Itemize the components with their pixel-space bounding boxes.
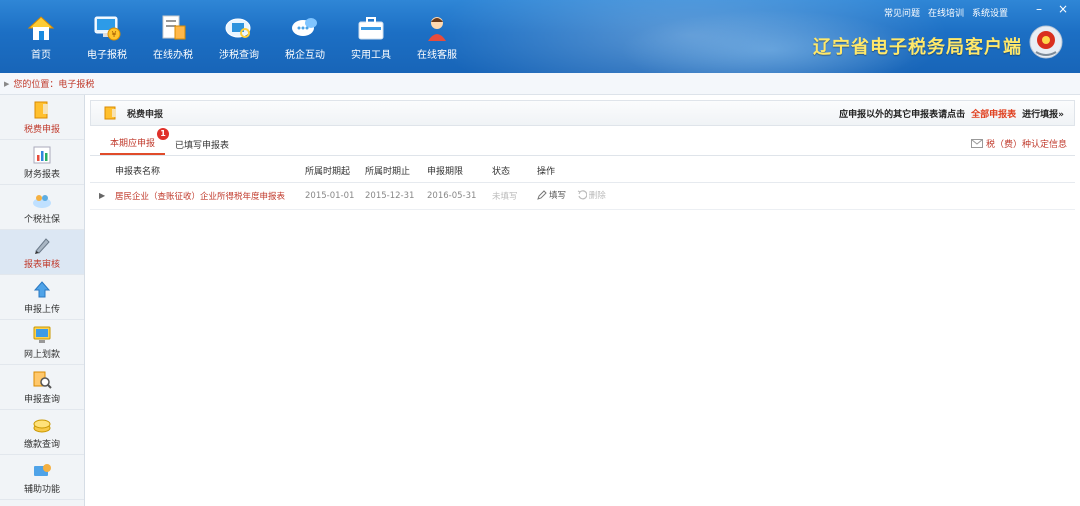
sidebar-item-financial[interactable]: 财务报表 — [0, 140, 84, 185]
deadline: 2016-05-31 — [427, 182, 492, 210]
assist-icon — [34, 463, 51, 476]
settings-link[interactable]: 系统设置 — [972, 6, 1008, 19]
breadcrumb-arrow-icon: ▶ — [4, 79, 10, 88]
table-header-row: 申报表名称 所属时期起 所属时期止 申报期限 状态 操作 — [90, 160, 1075, 183]
period-start: 2015-01-01 — [305, 182, 365, 210]
delete-button[interactable]: 删除 — [577, 189, 606, 201]
edit-icon — [537, 189, 547, 200]
panel-title: 税费申报 — [127, 109, 164, 120]
period-end: 2015-12-31 — [365, 182, 427, 210]
tax-emblem-icon — [1029, 25, 1063, 59]
col-deadline: 申报期限 — [427, 160, 492, 183]
main-nav: 首页 ¥ 电子报税 在线办税 涉税查询 税企互动 实用工具 在线客服 — [8, 14, 470, 66]
tax-report-icon: ¥ — [94, 16, 121, 41]
sidebar-item-decl-query[interactable]: 申报查询 — [0, 365, 84, 410]
close-button[interactable]: × — [1056, 2, 1070, 16]
top-banner: 首页 ¥ 电子报税 在线办税 涉税查询 税企互动 实用工具 在线客服 常见问题 … — [0, 0, 1080, 73]
social-security-icon — [33, 194, 51, 208]
chat-icon — [292, 18, 317, 36]
bar-chart-icon — [33, 146, 51, 163]
col-name: 申报表名称 — [115, 160, 305, 183]
monitor-icon — [33, 326, 51, 343]
sidebar-item-declaration[interactable]: 税费申报 — [0, 95, 84, 140]
col-end: 所属时期止 — [365, 160, 427, 183]
nav-online-tax[interactable]: 在线办税 — [140, 14, 206, 66]
sidebar: 税费申报 财务报表 个税社保 报表审核 申报上传 网上划款 申报查询 缴款查询 … — [0, 95, 85, 506]
declaration-table: 申报表名称 所属时期起 所属时期止 申报期限 状态 操作 ▶ 居民企业（查账征收… — [90, 160, 1075, 210]
doc-search-icon — [33, 371, 52, 389]
nav-tools[interactable]: 实用工具 — [338, 14, 404, 66]
tax-query-icon — [225, 18, 251, 38]
faq-link[interactable]: 常见问题 — [884, 6, 920, 19]
nav-interaction[interactable]: 税企互动 — [272, 14, 338, 66]
tax-type-info-link[interactable]: 税（费）种认定信息 — [970, 137, 1067, 150]
main-panel: 税费申报 应申报以外的其它申报表请点击 全部申报表 进行填报» 本期应申报 1 已填… — [90, 100, 1075, 506]
training-link[interactable]: 在线培训 — [928, 6, 964, 19]
home-icon — [27, 16, 55, 40]
tab-current-period[interactable]: 本期应申报 1 — [100, 128, 170, 155]
coins-icon — [33, 419, 51, 432]
expand-arrow-icon[interactable]: ▶ — [99, 191, 105, 200]
all-forms-link[interactable]: 全部申报表 — [971, 110, 1016, 120]
upload-icon — [33, 280, 51, 297]
sidebar-item-assist[interactable]: 辅助功能 — [0, 455, 84, 500]
nav-home[interactable]: 首页 — [8, 14, 74, 66]
status: 未填写 — [492, 182, 537, 210]
breadcrumb-text: 您的位置：电子报税 — [13, 80, 95, 90]
sidebar-item-transfer[interactable]: 网上划款 — [0, 320, 84, 365]
minimize-button[interactable]: – — [1032, 2, 1046, 16]
col-status: 状态 — [492, 160, 537, 183]
toolbox-icon — [358, 17, 384, 40]
pen-icon — [35, 237, 50, 254]
svg-text:¥: ¥ — [111, 30, 116, 39]
online-tax-icon — [162, 15, 186, 40]
sidebar-item-payment-query[interactable]: 缴款查询 — [0, 410, 84, 455]
folder-icon — [104, 106, 116, 120]
tab-filled-forms[interactable]: 已填写申报表 — [165, 138, 239, 155]
col-start: 所属时期起 — [305, 160, 365, 183]
declaration-icon — [34, 101, 48, 118]
brand-title: 辽宁省电子税务局客户端 — [813, 37, 1022, 58]
nav-tax-query[interactable]: 涉税查询 — [206, 14, 272, 66]
panel-header: 税费申报 应申报以外的其它申报表请点击 全部申报表 进行填报» — [90, 100, 1075, 126]
nav-e-tax[interactable]: ¥ 电子报税 — [74, 14, 140, 66]
nav-customer-service[interactable]: 在线客服 — [404, 14, 470, 66]
fill-button[interactable]: 填写 — [537, 189, 566, 201]
breadcrumb: ▶ 您的位置：电子报税 — [0, 73, 1080, 95]
panel-hint: 应申报以外的其它申报表请点击 全部申报表 进行填报» — [839, 109, 1064, 120]
customer-service-icon — [428, 17, 446, 41]
sidebar-item-social[interactable]: 个税社保 — [0, 185, 84, 230]
window-controls: – × — [1032, 2, 1070, 16]
sidebar-item-review[interactable]: 报表审核 — [0, 230, 84, 275]
sidebar-item-upload[interactable]: 申报上传 — [0, 275, 84, 320]
col-action: 操作 — [537, 160, 1075, 183]
table-row: ▶ 居民企业（查账征收）企业所得税年度申报表 2015-01-01 2015-1… — [90, 182, 1075, 210]
undo-icon — [577, 189, 587, 199]
top-links: 常见问题 在线培训 系统设置 — [884, 6, 1008, 19]
form-name-link[interactable]: 居民企业（查账征收）企业所得税年度申报表 — [115, 182, 305, 210]
mail-icon — [970, 139, 983, 148]
tab-bar: 本期应申报 1 已填写申报表 税（费）种认定信息 — [90, 128, 1075, 156]
